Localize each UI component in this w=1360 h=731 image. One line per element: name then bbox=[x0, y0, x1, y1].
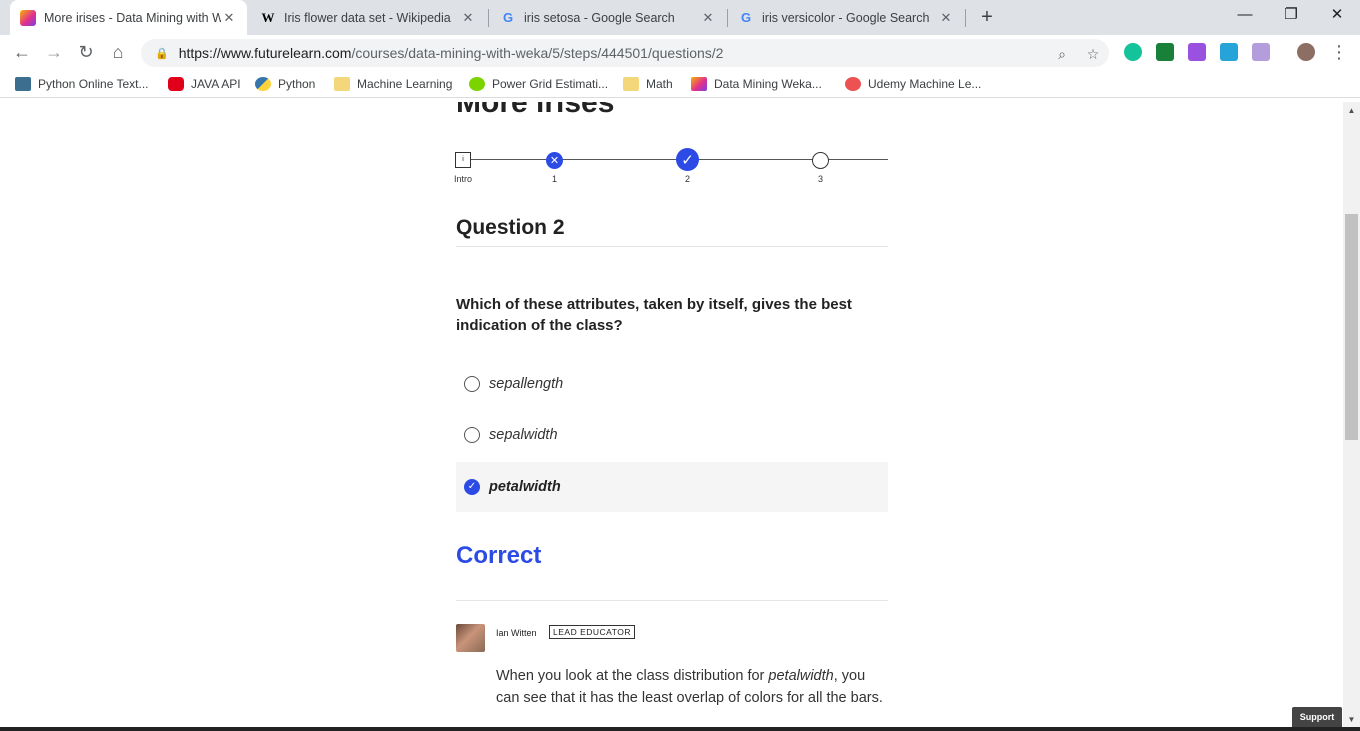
cast-icon[interactable] bbox=[1156, 43, 1174, 61]
bookmark-label: Python Online Text... bbox=[38, 77, 149, 91]
extension-cloud-icon[interactable] bbox=[1220, 43, 1238, 61]
address-bar[interactable]: 🔒 https://www.futurelearn.com/courses/da… bbox=[141, 39, 1109, 67]
scroll-thumb[interactable] bbox=[1345, 214, 1358, 440]
bookmark-label: JAVA API bbox=[191, 77, 241, 91]
lead-educator-badge: LEAD EDUCATOR bbox=[549, 625, 635, 639]
tab-more-irises[interactable]: More irises - Data Mining with W ✕ bbox=[10, 0, 247, 35]
checked-radio-icon[interactable]: ✓ bbox=[464, 479, 480, 495]
lock-icon: 🔒 bbox=[155, 47, 169, 60]
educator-avatar bbox=[456, 624, 485, 652]
oracle-icon bbox=[168, 77, 184, 91]
forward-button[interactable]: → bbox=[42, 40, 66, 64]
taskbar-edge bbox=[0, 727, 1360, 731]
bookmark-star-icon[interactable]: ☆ bbox=[1084, 45, 1102, 63]
radio-button[interactable] bbox=[464, 427, 480, 443]
restore-button[interactable]: ❐ bbox=[1268, 0, 1314, 30]
question-heading: Question 2 bbox=[456, 216, 565, 239]
divider bbox=[456, 246, 888, 247]
tab-strip: More irises - Data Mining with W ✕ W Iri… bbox=[0, 0, 1360, 35]
url-host: https://www.futurelearn.com bbox=[178, 45, 352, 61]
step-1-incorrect-icon[interactable]: ✕ bbox=[546, 152, 563, 169]
menu-icon[interactable]: ⋮ bbox=[1327, 40, 1351, 64]
python-text-icon bbox=[15, 77, 31, 91]
bookmark-data-mining-weka[interactable]: Data Mining Weka... bbox=[691, 76, 822, 92]
scroll-down-arrow-icon[interactable]: ▼ bbox=[1343, 713, 1360, 727]
google-icon: G bbox=[740, 10, 752, 25]
extension-puzzle-icon[interactable] bbox=[1188, 43, 1206, 61]
reload-button[interactable]: ↻ bbox=[74, 40, 98, 64]
smiley-icon bbox=[469, 77, 485, 91]
minimize-button[interactable]: — bbox=[1222, 0, 1268, 30]
step-label-3: 3 bbox=[818, 174, 824, 184]
bookmark-machine-learning[interactable]: Machine Learning bbox=[334, 76, 452, 92]
radio-button[interactable] bbox=[464, 376, 480, 392]
bookmark-label: Math bbox=[646, 77, 673, 91]
scroll-up-arrow-icon[interactable]: ▲ bbox=[1343, 104, 1360, 118]
bookmark-java-api[interactable]: JAVA API bbox=[168, 76, 241, 92]
bookmark-power-grid[interactable]: Power Grid Estimati... bbox=[469, 76, 608, 92]
tab-title: More irises - Data Mining with W bbox=[44, 10, 221, 25]
answer-option-sepallength[interactable]: sepallength bbox=[456, 359, 888, 409]
close-tab-icon[interactable]: ✕ bbox=[700, 10, 716, 26]
close-tab-icon[interactable]: ✕ bbox=[221, 10, 237, 26]
folder-icon bbox=[334, 77, 350, 91]
back-button[interactable]: ← bbox=[10, 40, 34, 64]
bookmark-label: Data Mining Weka... bbox=[714, 77, 822, 91]
step-label-1: 1 bbox=[552, 174, 558, 184]
educator-name[interactable]: Ian Witten bbox=[496, 628, 537, 638]
option-label: petalwidth bbox=[489, 479, 561, 495]
futurelearn-icon bbox=[20, 9, 36, 26]
question-text: Which of these attributes, taken by itse… bbox=[456, 296, 852, 334]
bookmark-python[interactable]: Python bbox=[255, 76, 315, 92]
step-label-intro: Intro bbox=[454, 174, 473, 184]
emphasis: petalwidth bbox=[768, 668, 834, 684]
bookmark-label: Udemy Machine Le... bbox=[868, 77, 982, 91]
udemy-icon bbox=[845, 77, 861, 91]
wikipedia-icon: W bbox=[261, 9, 275, 25]
bookmark-math[interactable]: Math bbox=[623, 76, 673, 92]
tab-title: iris versicolor - Google Search bbox=[762, 10, 930, 25]
result-correct: Correct bbox=[456, 542, 542, 569]
home-button[interactable]: ⌂ bbox=[106, 40, 130, 64]
answer-option-petalwidth[interactable]: ✓ petalwidth bbox=[456, 462, 888, 512]
support-button[interactable]: Support bbox=[1292, 707, 1342, 727]
bookmark-label: Machine Learning bbox=[357, 77, 453, 91]
close-tab-icon[interactable]: ✕ bbox=[460, 10, 476, 26]
bookmarks-bar: Python Online Text... JAVA API Python Ma… bbox=[0, 70, 1360, 98]
divider bbox=[456, 600, 888, 601]
step-3-pending-icon[interactable] bbox=[812, 152, 829, 169]
step-label-2: 2 bbox=[685, 174, 691, 184]
profile-avatar-icon[interactable] bbox=[1297, 43, 1315, 61]
close-window-button[interactable]: ✕ bbox=[1314, 0, 1360, 30]
zoom-icon[interactable]: ⌕ bbox=[1053, 45, 1071, 63]
futurelearn-icon bbox=[691, 77, 707, 91]
step-intro-marker[interactable]: i bbox=[455, 152, 471, 168]
bookmark-python-online-text[interactable]: Python Online Text... bbox=[15, 76, 149, 92]
option-label: sepallength bbox=[489, 376, 564, 392]
new-tab-button[interactable]: + bbox=[976, 6, 998, 28]
tab-title: iris setosa - Google Search bbox=[524, 10, 675, 25]
tab-iris-setosa[interactable]: G iris setosa - Google Search ✕ bbox=[490, 0, 726, 35]
google-icon: G bbox=[502, 10, 514, 25]
page-content: More irises i ✕ ✓ Intro 1 2 3 Question 2… bbox=[0, 102, 1343, 731]
feedback-text: When you look at the class distribution … bbox=[496, 668, 883, 706]
tab-title: Iris flower data set - Wikipedia bbox=[284, 10, 451, 25]
tab-wikipedia[interactable]: W Iris flower data set - Wikipedia ✕ bbox=[250, 0, 486, 35]
page-title: More irises bbox=[456, 102, 615, 119]
bookmark-udemy[interactable]: Udemy Machine Le... bbox=[845, 76, 981, 92]
page-scrollbar[interactable]: ▲ ▼ bbox=[1343, 102, 1360, 731]
tab-iris-versicolor[interactable]: G iris versicolor - Google Search ✕ bbox=[728, 0, 964, 35]
bookmark-label: Power Grid Estimati... bbox=[492, 77, 609, 91]
python-icon bbox=[255, 77, 271, 91]
bookmark-label: Python bbox=[278, 77, 316, 91]
close-tab-icon[interactable]: ✕ bbox=[938, 10, 954, 26]
url-path: /courses/data-mining-with-weka/5/steps/4… bbox=[351, 45, 724, 61]
folder-icon bbox=[623, 77, 639, 91]
step-2-correct-icon[interactable]: ✓ bbox=[676, 148, 699, 171]
answer-option-sepalwidth[interactable]: sepalwidth bbox=[456, 410, 888, 460]
extension-purple-icon[interactable] bbox=[1252, 43, 1270, 61]
grammarly-icon[interactable] bbox=[1124, 43, 1142, 61]
option-label: sepalwidth bbox=[489, 427, 558, 443]
